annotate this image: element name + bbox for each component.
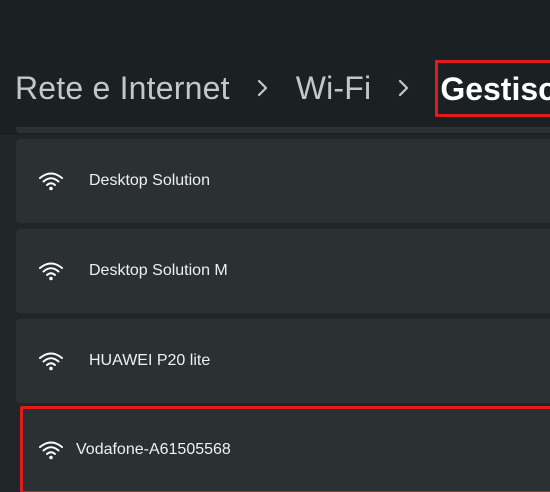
- network-name: Desktop Solution M: [89, 262, 228, 279]
- network-name: Desktop Solution: [89, 172, 210, 189]
- page-title: Gestisc: [435, 59, 550, 117]
- settings-page: Rete e Internet Wi-Fi Gestisc Desktop So…: [0, 0, 550, 492]
- breadcrumb-item-network[interactable]: Rete e Internet: [15, 70, 230, 107]
- wifi-icon: [38, 260, 64, 282]
- chevron-right-icon: [387, 71, 421, 105]
- network-name: HUAWEI P20 lite: [89, 352, 211, 369]
- breadcrumb: Rete e Internet Wi-Fi Gestisc: [15, 59, 550, 117]
- wifi-icon: [38, 170, 64, 192]
- network-item[interactable]: Desktop Solution: [16, 139, 550, 223]
- network-item[interactable]: Desktop Solution M: [16, 229, 550, 313]
- wifi-icon: [38, 350, 64, 372]
- chevron-right-icon: [246, 71, 280, 105]
- wifi-icon: [38, 439, 64, 461]
- network-item-selected[interactable]: Vodafone-A61505568: [20, 406, 550, 492]
- network-item[interactable]: HUAWEI P20 lite: [16, 319, 550, 403]
- breadcrumb-item-wifi[interactable]: Wi-Fi: [296, 70, 372, 107]
- list-item-partial: [16, 127, 550, 133]
- network-name: Vodafone-A61505568: [76, 441, 231, 458]
